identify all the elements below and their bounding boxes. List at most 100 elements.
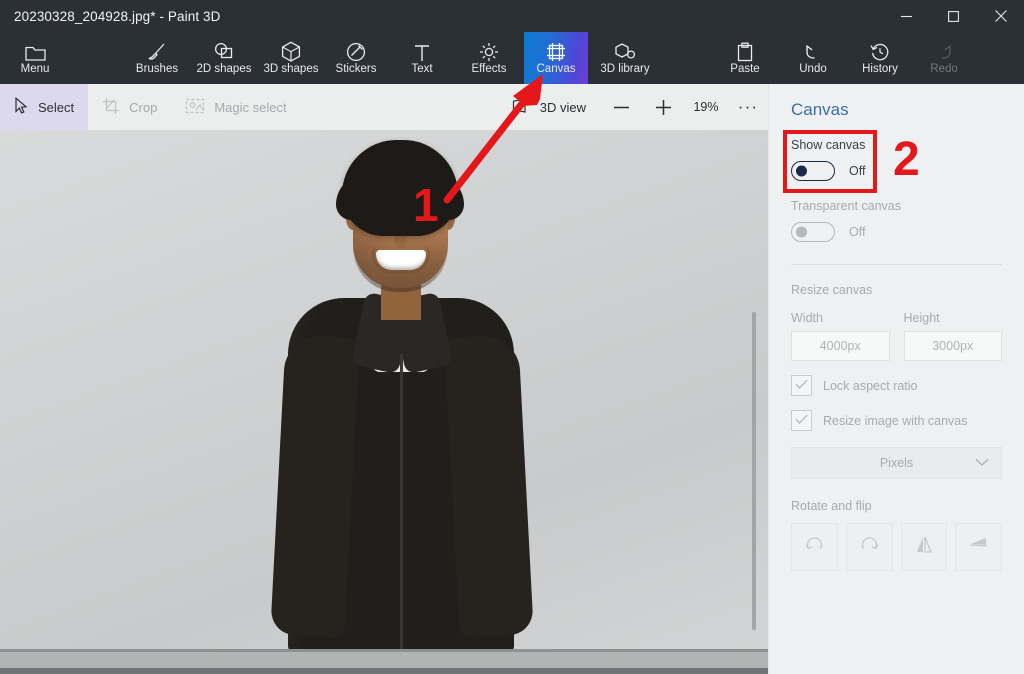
- annotation-step-1: 1: [413, 179, 439, 231]
- minimize-button[interactable]: [883, 0, 930, 32]
- main-ribbon: Menu Brushes 2D shapes 3D shapes Sticker: [0, 32, 1024, 94]
- magic-select-label: Magic select: [214, 99, 287, 115]
- 3d-view-icon: [512, 98, 531, 116]
- brush-icon: [147, 40, 167, 62]
- jacket-zipper: [400, 354, 403, 652]
- 2d-shapes-icon: [213, 40, 235, 62]
- ribbon-item-3d-shapes[interactable]: 3D shapes: [258, 32, 324, 84]
- clipboard-paste-icon: [736, 40, 754, 62]
- lock-aspect-ratio-label: Lock aspect ratio: [823, 378, 918, 393]
- ribbon-label: Undo: [799, 63, 827, 75]
- ribbon-item-stickers[interactable]: Stickers: [324, 32, 388, 84]
- workspace-bottom-strip: [0, 668, 768, 674]
- window-controls: [883, 0, 1024, 32]
- toggle-knob: [796, 226, 807, 238]
- crop-tool-label: Crop: [129, 99, 158, 115]
- flip-horizontal-icon: [913, 534, 935, 560]
- show-canvas-toggle[interactable]: [791, 161, 835, 181]
- magic-select-icon: [185, 97, 205, 118]
- canvas-frame-icon: [546, 40, 566, 62]
- show-canvas-state: Off: [849, 164, 866, 178]
- zoom-in-button[interactable]: [642, 84, 684, 130]
- ribbon-item-menu[interactable]: Menu: [8, 32, 62, 84]
- flip-vertical-icon: [968, 534, 990, 560]
- ribbon-label: 3D shapes: [263, 63, 319, 75]
- lock-aspect-ratio-row[interactable]: Lock aspect ratio: [791, 375, 1002, 396]
- ribbon-item-3d-library[interactable]: 3D library: [588, 32, 662, 84]
- canvas-image[interactable]: [0, 130, 768, 652]
- units-dropdown[interactable]: Pixels: [791, 447, 1002, 479]
- ribbon-item-brushes[interactable]: Brushes: [124, 32, 190, 84]
- flip-horizontal-button[interactable]: [900, 523, 948, 571]
- ribbon-label: Text: [411, 63, 433, 75]
- redo-arrow-icon: [934, 40, 954, 62]
- 3d-view-button[interactable]: 3D view: [498, 84, 600, 130]
- jacket-left-arm: [270, 334, 360, 638]
- select-tool-button[interactable]: Select: [0, 84, 89, 130]
- ribbon-label: Brushes: [135, 63, 179, 75]
- image-bottom-edge: [0, 649, 768, 652]
- sticker-icon: [346, 40, 366, 62]
- ribbon-item-effects[interactable]: Effects: [456, 32, 522, 84]
- transparent-canvas-row: Off: [791, 222, 1002, 242]
- resize-canvas-label: Resize canvas: [791, 283, 873, 297]
- 3d-cube-icon: [281, 40, 301, 62]
- canvas-workspace[interactable]: [0, 130, 768, 674]
- tool-options-bar: Select Crop Magic select 3D view 19% ···: [0, 84, 768, 130]
- ribbon-label: Effects: [471, 63, 507, 75]
- ribbon-label: Paste: [730, 63, 760, 75]
- lock-aspect-ratio-checkbox[interactable]: [791, 375, 812, 396]
- height-input[interactable]: 3000px: [903, 331, 1002, 361]
- resize-fields-row: Width 4000px Height 3000px: [791, 311, 1002, 361]
- panel-title: Canvas: [791, 100, 849, 119]
- units-value: Pixels: [879, 456, 914, 470]
- more-options-button[interactable]: ···: [728, 84, 768, 130]
- toggle-knob: [796, 165, 807, 177]
- rotate-left-icon: [804, 534, 825, 560]
- maximize-button[interactable]: [930, 0, 977, 32]
- select-tool-label: Select: [38, 99, 75, 115]
- resize-image-with-canvas-checkbox[interactable]: [791, 410, 812, 431]
- flip-vertical-button[interactable]: [955, 523, 1002, 571]
- ribbon-item-history[interactable]: History: [846, 32, 914, 84]
- history-clock-icon: [870, 40, 890, 62]
- ribbon-item-text[interactable]: Text: [392, 32, 452, 84]
- ribbon-label: Stickers: [335, 63, 377, 75]
- ribbon-label: 3D library: [600, 63, 650, 75]
- person-photo-subject: [250, 140, 550, 652]
- ribbon-item-canvas[interactable]: Canvas: [524, 32, 588, 84]
- ribbon-item-2d-shapes[interactable]: 2D shapes: [190, 32, 258, 84]
- crop-tool-button[interactable]: Crop: [88, 84, 171, 130]
- rotate-and-flip-label: Rotate and flip: [791, 499, 872, 513]
- undo-arrow-icon: [803, 40, 823, 62]
- width-input[interactable]: 4000px: [791, 331, 890, 361]
- width-field-group: Width 4000px: [791, 311, 890, 361]
- height-field-group: Height 3000px: [903, 311, 1002, 361]
- zoom-out-button[interactable]: [600, 84, 642, 130]
- panel-divider: [791, 264, 1002, 265]
- transparent-canvas-label: Transparent canvas: [791, 199, 902, 213]
- close-button[interactable]: [977, 0, 1024, 32]
- magic-select-button[interactable]: Magic select: [171, 84, 300, 130]
- paint3d-window: 20230328_204928.jpg* - Paint 3D Menu Bru…: [0, 0, 1024, 674]
- window-title: 20230328_204928.jpg* - Paint 3D: [14, 8, 221, 24]
- rotate-left-button[interactable]: [791, 523, 838, 571]
- ribbon-label: Canvas: [536, 63, 576, 75]
- transparent-canvas-state: Off: [849, 225, 866, 239]
- ribbon-item-paste[interactable]: Paste: [714, 32, 776, 84]
- height-label: Height: [903, 311, 940, 325]
- resize-image-with-canvas-label: Resize image with canvas: [823, 413, 968, 428]
- ribbon-item-redo[interactable]: Redo: [916, 32, 972, 84]
- view-controls: 3D view 19% ···: [498, 84, 768, 130]
- vertical-scrollbar[interactable]: [752, 312, 756, 630]
- checkmark-icon: [795, 412, 808, 430]
- effects-sun-icon: [479, 40, 499, 62]
- transparent-canvas-toggle[interactable]: [791, 222, 835, 242]
- jacket-right-arm: [444, 334, 534, 638]
- annotation-step-2: 2: [893, 133, 920, 186]
- ribbon-item-undo[interactable]: Undo: [784, 32, 842, 84]
- zoom-level-value: 19%: [693, 100, 719, 114]
- menu-folder-icon: [24, 40, 46, 62]
- resize-image-with-canvas-row[interactable]: Resize image with canvas: [791, 410, 1002, 431]
- rotate-right-button[interactable]: [845, 523, 893, 571]
